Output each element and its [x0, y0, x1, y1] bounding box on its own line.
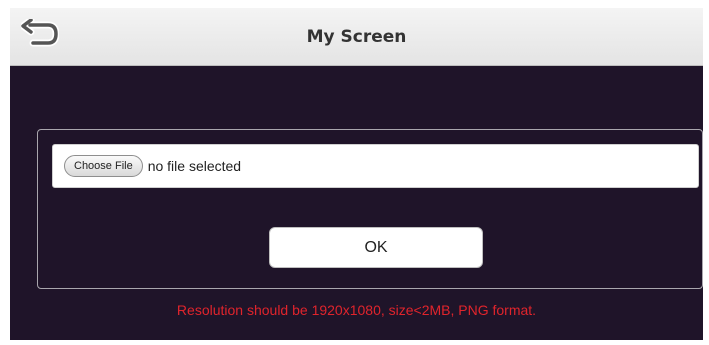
page-title: My Screen [306, 27, 407, 47]
upload-panel: Choose File no file selected OK [37, 129, 703, 289]
ok-button[interactable]: OK [269, 227, 483, 268]
requirements-hint: Resolution should be 1920x1080, size<2MB… [176, 302, 537, 318]
file-status-text: no file selected [147, 158, 242, 174]
choose-file-button[interactable]: Choose File [64, 155, 143, 177]
file-input[interactable]: Choose File no file selected [52, 144, 699, 188]
title-bar: My Screen [10, 8, 703, 66]
device-screen: My Screen Choose File no file selected O… [10, 8, 703, 340]
